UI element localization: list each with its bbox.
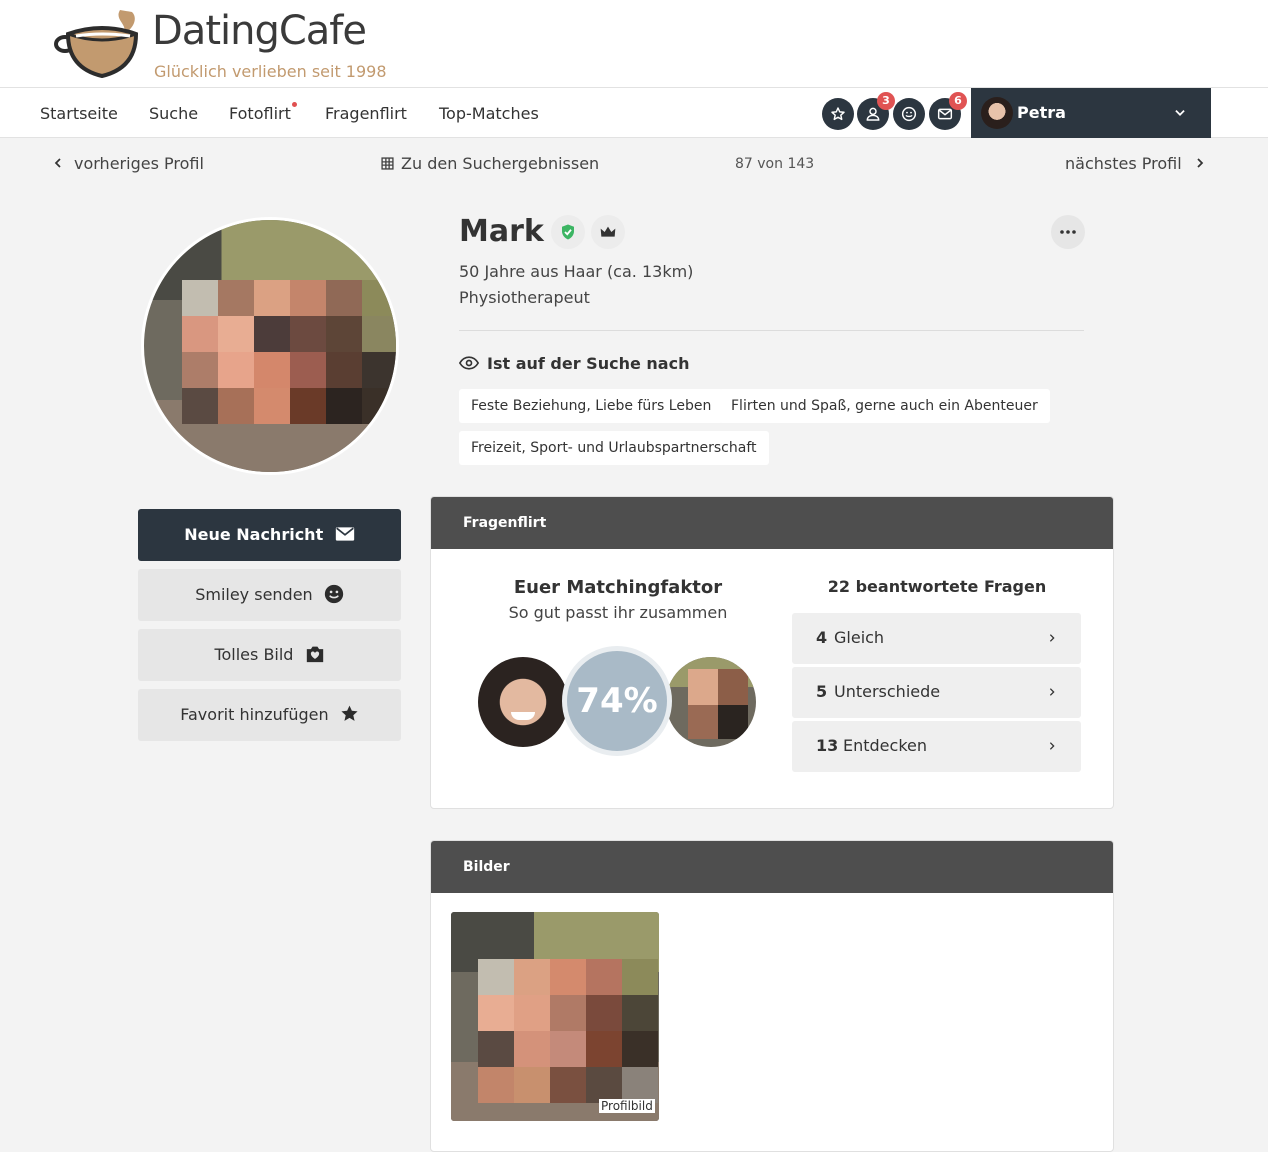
send-smiley-button[interactable]: Smiley senden bbox=[138, 569, 401, 621]
user-icon bbox=[866, 107, 880, 121]
question-count: 5 bbox=[816, 682, 828, 701]
question-label: Unterschiede bbox=[834, 682, 941, 701]
main-nav: Startseite Suche Fotoflirt Fragenflirt T… bbox=[0, 88, 1268, 138]
logo-tagline: Glücklich verlieben seit 1998 bbox=[154, 62, 387, 81]
mail-icon bbox=[335, 526, 354, 541]
search-results-link[interactable]: Zu den Suchergebnissen bbox=[381, 154, 599, 173]
tag-leisure: Freizeit, Sport- und Urlaubspartnerschaf… bbox=[459, 431, 769, 465]
chevron-right-icon bbox=[1049, 634, 1055, 642]
question-label: Entdecken bbox=[843, 736, 927, 755]
looking-for-heading: Ist auf der Suche nach bbox=[458, 354, 690, 373]
header: DatingCafe Glücklich verlieben seit 1998 bbox=[0, 0, 1268, 88]
pictures-header: Bilder bbox=[431, 841, 1113, 893]
great-photo-label: Tolles Bild bbox=[214, 645, 294, 664]
logo[interactable]: DatingCafe Glücklich verlieben seit 1998 bbox=[54, 8, 394, 82]
chevron-right-icon bbox=[1049, 742, 1055, 750]
answered-questions-title: 22 beantwortete Fragen bbox=[827, 577, 1047, 596]
profile-name: Mark bbox=[459, 214, 544, 249]
profile-age-location: 50 Jahre aus Haar (ca. 13km) bbox=[459, 262, 694, 281]
messages-button[interactable]: 6 bbox=[929, 92, 967, 130]
mail-icon bbox=[937, 108, 953, 120]
more-options-button[interactable] bbox=[1051, 215, 1085, 249]
question-count: 4 bbox=[816, 628, 828, 647]
visitors-badge: 3 bbox=[877, 92, 895, 110]
messages-badge: 6 bbox=[949, 92, 967, 110]
favorites-button[interactable] bbox=[822, 98, 854, 130]
new-message-button[interactable]: Neue Nachricht bbox=[138, 509, 401, 561]
divider bbox=[459, 330, 1084, 331]
previous-profile-label: vorheriges Profil bbox=[74, 154, 204, 173]
star-icon bbox=[341, 705, 358, 721]
next-profile-link[interactable]: nächstes Profil bbox=[1065, 154, 1206, 173]
picture-caption: Profilbild bbox=[599, 1099, 655, 1113]
tag-flirt: Flirten und Spaß, gerne auch ein Abenteu… bbox=[719, 389, 1050, 423]
visitors-button[interactable]: 3 bbox=[857, 92, 895, 130]
question-label: Gleich bbox=[834, 628, 885, 647]
profile-photo[interactable] bbox=[141, 217, 399, 475]
nav-fragenflirt[interactable]: Fragenflirt bbox=[325, 104, 407, 123]
logo-title: DatingCafe bbox=[152, 8, 367, 54]
crown-icon bbox=[600, 226, 616, 237]
nav-fotoflirt-label: Fotoflirt bbox=[229, 104, 291, 123]
notification-dot bbox=[291, 102, 297, 107]
profile-job: Physiotherapeut bbox=[459, 288, 590, 307]
profile-picture-thumbnail[interactable] bbox=[451, 912, 659, 1121]
matching-title: Euer Matchingfaktor bbox=[513, 577, 723, 598]
matching-percent: 74% bbox=[562, 646, 672, 756]
grid-icon bbox=[381, 156, 394, 170]
tag-relationship: Feste Beziehung, Liebe fürs Leben bbox=[459, 389, 724, 423]
smileys-button[interactable] bbox=[893, 98, 925, 130]
previous-profile-link[interactable]: vorheriges Profil bbox=[52, 154, 204, 173]
question-row-differences[interactable]: 5 Unterschiede bbox=[792, 667, 1081, 718]
great-photo-button[interactable]: Tolles Bild bbox=[138, 629, 401, 681]
camera-heart-icon bbox=[306, 646, 323, 662]
fragenflirt-card: Fragenflirt Euer Matchingfaktor So gut p… bbox=[430, 496, 1114, 809]
profile-counter: 87 von 143 bbox=[735, 156, 815, 172]
eye-icon bbox=[458, 356, 480, 370]
question-row-discover[interactable]: 13 Entdecken bbox=[792, 721, 1081, 772]
premium-badge bbox=[591, 215, 625, 249]
user-name: Petra bbox=[1017, 103, 1066, 122]
shield-check-icon bbox=[562, 224, 574, 240]
add-favorite-label: Favorit hinzufügen bbox=[180, 705, 329, 724]
smiley-icon bbox=[901, 106, 917, 122]
looking-for-label: Ist auf der Suche nach bbox=[487, 354, 690, 373]
my-avatar bbox=[478, 657, 568, 747]
send-smiley-label: Smiley senden bbox=[195, 585, 313, 604]
question-count: 13 bbox=[816, 736, 839, 755]
next-profile-label: nächstes Profil bbox=[1065, 154, 1182, 173]
match-avatar bbox=[666, 657, 756, 747]
chevron-right-icon bbox=[1049, 688, 1055, 696]
nav-suche[interactable]: Suche bbox=[149, 104, 198, 123]
new-message-label: Neue Nachricht bbox=[184, 525, 324, 544]
search-results-label: Zu den Suchergebnissen bbox=[401, 154, 600, 173]
user-menu[interactable]: Petra bbox=[971, 88, 1211, 138]
pictures-card: Bilder Profilbild bbox=[430, 840, 1114, 1152]
nav-top-matches[interactable]: Top-Matches bbox=[439, 104, 539, 123]
smiley-icon bbox=[324, 584, 343, 603]
avatar bbox=[981, 97, 1013, 129]
chevron-down-icon bbox=[1175, 110, 1185, 116]
coffee-cup-logo-icon bbox=[54, 10, 139, 79]
fragenflirt-header: Fragenflirt bbox=[431, 497, 1113, 549]
add-favorite-button[interactable]: Favorit hinzufügen bbox=[138, 689, 401, 741]
nav-startseite[interactable]: Startseite bbox=[40, 104, 118, 123]
more-dots-icon bbox=[1060, 230, 1076, 234]
star-icon bbox=[831, 107, 845, 121]
chevron-right-icon bbox=[1197, 158, 1203, 168]
chevron-left-icon bbox=[54, 158, 61, 168]
matching-subtitle: So gut passt ihr zusammen bbox=[508, 603, 728, 622]
verified-badge bbox=[551, 215, 585, 249]
question-row-same[interactable]: 4 Gleich bbox=[792, 613, 1081, 664]
nav-fotoflirt[interactable]: Fotoflirt bbox=[229, 102, 297, 123]
